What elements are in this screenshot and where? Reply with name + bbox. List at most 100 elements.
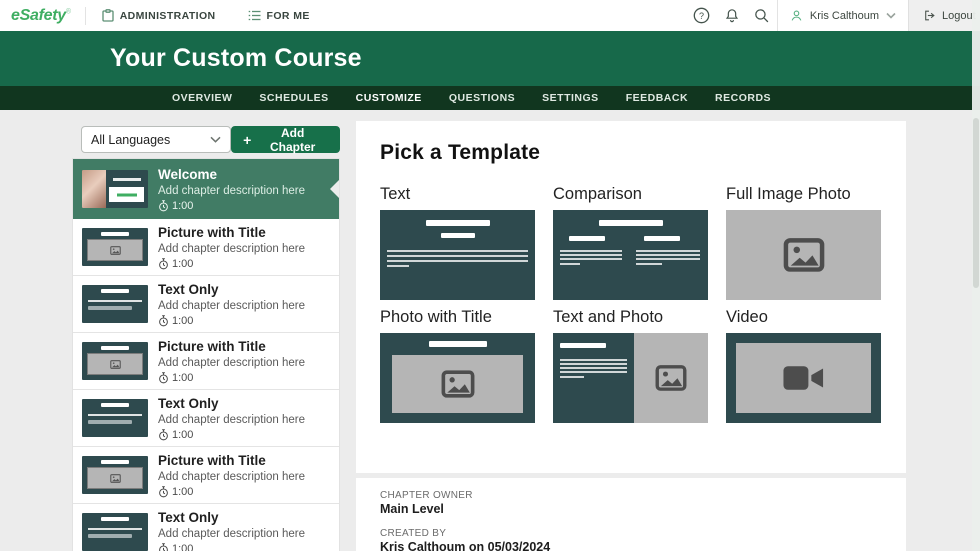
chapter-item-text-only[interactable]: Text OnlyAdd chapter description here1:0…	[73, 390, 339, 447]
help-icon[interactable]: ?	[687, 0, 717, 31]
esafety-logo[interactable]: eSafety®	[0, 7, 85, 25]
chapter-description: Add chapter description here	[158, 356, 305, 370]
clipboard-icon	[102, 9, 114, 22]
chapter-duration: 1:00	[158, 258, 305, 270]
created-by-label: CREATED BY	[380, 528, 882, 540]
chapter-duration-value: 1:00	[172, 543, 193, 551]
template-label: Comparison	[553, 184, 708, 204]
search-icon[interactable]	[747, 0, 777, 31]
nav-for-me[interactable]: FOR ME	[232, 0, 326, 31]
chapter-description: Add chapter description here	[158, 242, 305, 256]
template-preview-video	[726, 333, 881, 423]
template-card-photo-title[interactable]: Photo with Title	[380, 307, 535, 423]
chapter-duration: 1:00	[158, 429, 305, 441]
nav-administration-label: ADMINISTRATION	[120, 10, 216, 22]
chapter-description: Add chapter description here	[158, 299, 305, 313]
image-icon	[783, 238, 825, 272]
logo-text: eSafety	[11, 7, 66, 24]
user-name: Kris Calthoum	[810, 10, 879, 22]
chapter-description: Add chapter description here	[158, 184, 305, 198]
notifications-bell-icon[interactable]	[717, 0, 747, 31]
chapter-thumbnail	[82, 513, 148, 551]
stopwatch-icon	[158, 315, 169, 327]
chapter-duration-value: 1:00	[172, 429, 193, 441]
page-content: All Languages + Add Chapter WelcomeAdd c…	[0, 110, 980, 551]
template-preview-photo-title	[380, 333, 535, 423]
chapter-description: Add chapter description here	[158, 527, 305, 541]
page-title: Your Custom Course	[0, 44, 362, 73]
chapter-title: Picture with Title	[158, 225, 305, 241]
tab-records[interactable]: RECORDS	[705, 86, 781, 110]
chapter-item-welcome[interactable]: WelcomeAdd chapter description here1:00	[73, 159, 339, 219]
add-chapter-button[interactable]: + Add Chapter	[231, 126, 340, 153]
tab-customize[interactable]: CUSTOMIZE	[346, 86, 432, 110]
template-label: Photo with Title	[380, 307, 535, 327]
course-tab-bar: OVERVIEW SCHEDULES CUSTOMIZE QUESTIONS SETTI…	[0, 86, 980, 110]
created-by-value: Kris Calthoum on 05/03/2024	[380, 540, 882, 551]
chapter-item-picture-with-title[interactable]: Picture with TitleAdd chapter descriptio…	[73, 333, 339, 390]
logout-label: Logout	[942, 10, 976, 22]
template-label: Text	[380, 184, 535, 204]
language-filter-value: All Languages	[91, 133, 170, 147]
template-label: Video	[726, 307, 881, 327]
chapter-info: Text OnlyAdd chapter description here1:0…	[158, 396, 305, 441]
list-icon	[248, 10, 261, 21]
template-preview-full-image	[726, 210, 881, 300]
template-card-text[interactable]: Text	[380, 184, 535, 300]
logout-icon	[923, 9, 936, 22]
user-menu[interactable]: Kris Calthoum	[777, 0, 908, 31]
chapter-title: Text Only	[158, 510, 305, 526]
nav-for-me-label: FOR ME	[267, 10, 310, 22]
chapter-duration: 1:00	[158, 200, 305, 212]
chapter-duration: 1:00	[158, 486, 305, 498]
chevron-down-icon	[886, 12, 896, 19]
template-card-video[interactable]: Video	[726, 307, 881, 423]
chapter-title: Text Only	[158, 282, 305, 298]
template-preview-text-photo	[553, 333, 708, 423]
template-picker-panel: Pick a Template TextComparisonFull Image…	[356, 121, 906, 473]
scrollbar-thumb[interactable]	[973, 118, 979, 288]
tab-questions[interactable]: QUESTIONS	[439, 86, 525, 110]
template-card-comparison[interactable]: Comparison	[553, 184, 708, 300]
chapter-thumbnail	[82, 285, 148, 323]
logout-button[interactable]: Logout	[908, 0, 980, 31]
template-card-text-photo[interactable]: Text and Photo	[553, 307, 708, 423]
chapter-info: Text OnlyAdd chapter description here 1:0…	[158, 282, 305, 327]
stopwatch-icon	[158, 200, 169, 212]
video-camera-icon	[782, 363, 826, 393]
registered-mark: ®	[66, 8, 71, 15]
chapter-duration-value: 1:00	[172, 486, 193, 498]
chapter-info: Picture with TitleAdd chapter descriptio…	[158, 225, 305, 270]
add-chapter-label: Add Chapter	[257, 126, 328, 154]
chapter-item-text-only[interactable]: Text OnlyAdd chapter description here 1:0…	[73, 276, 339, 333]
template-preview-text	[380, 210, 535, 300]
chapter-item-picture-with-title[interactable]: Picture with TitleAdd chapter descriptio…	[73, 219, 339, 276]
tab-overview[interactable]: OVERVIEW	[162, 86, 242, 110]
chapter-description: Add chapter description here	[158, 470, 305, 484]
tab-feedback[interactable]: FEEDBACK	[616, 86, 698, 110]
chapter-description: Add chapter description here	[158, 413, 305, 427]
plus-icon: +	[243, 133, 251, 147]
tab-schedules[interactable]: SCHEDULES	[249, 86, 338, 110]
chapter-duration-value: 1:00	[172, 200, 193, 212]
chapter-title: Picture with Title	[158, 339, 305, 355]
language-filter-select[interactable]: All Languages	[81, 126, 231, 153]
template-card-full-image[interactable]: Full Image Photo	[726, 184, 881, 300]
chapter-thumbnail	[82, 456, 148, 494]
chapter-info: Picture with TitleAdd chapter descriptio…	[158, 339, 305, 384]
page-scrollbar[interactable]	[972, 0, 980, 551]
chapter-duration-value: 1:00	[172, 258, 193, 270]
stopwatch-icon	[158, 486, 169, 498]
chapter-duration-value: 1:00	[172, 315, 193, 327]
chapter-owner-value: Main Level	[380, 502, 882, 517]
tab-settings[interactable]: SETTINGS	[532, 86, 609, 110]
chapter-thumbnail	[82, 170, 148, 208]
chapter-item-picture-with-title[interactable]: Picture with TitleAdd chapter descriptio…	[73, 447, 339, 504]
chapter-thumbnail	[82, 342, 148, 380]
chapter-title: Picture with Title	[158, 453, 305, 469]
chapter-item-text-only[interactable]: Text OnlyAdd chapter description here 1:0…	[73, 504, 339, 551]
image-icon	[441, 370, 475, 398]
template-label: Full Image Photo	[726, 184, 881, 204]
nav-administration[interactable]: ADMINISTRATION	[86, 0, 232, 31]
chapter-duration: 1:00	[158, 543, 305, 551]
